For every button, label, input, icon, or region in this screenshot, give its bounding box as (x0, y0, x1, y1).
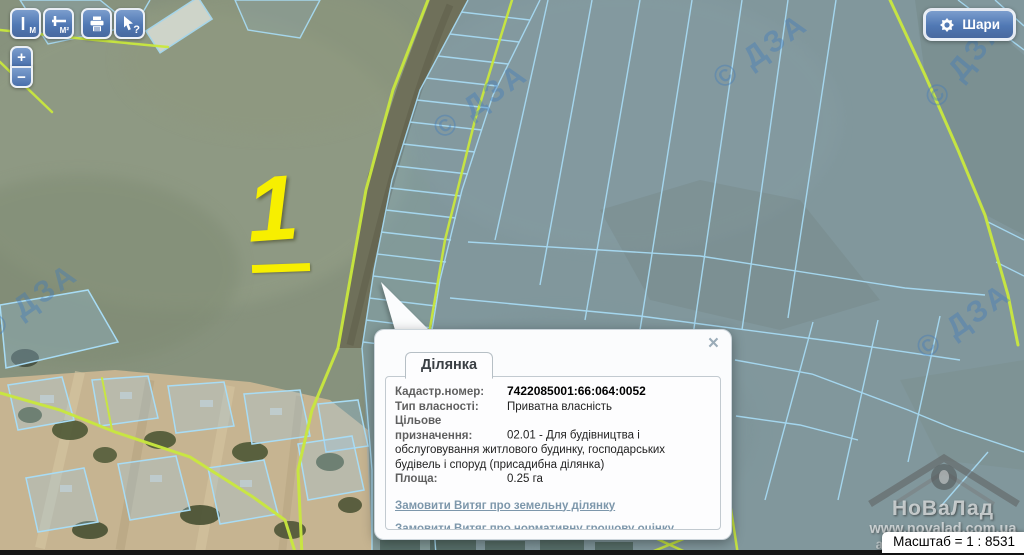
print-button[interactable] (81, 8, 112, 39)
parcel-info-popup: × Ділянка Кадастр.номер:7422085001:66:06… (374, 329, 732, 540)
field-label: Кадастр.номер: (395, 385, 507, 400)
field-cadastral-number: Кадастр.номер:7422085001:66:064:0052 (395, 384, 711, 400)
layers-button-label: Шари (962, 17, 1000, 32)
popup-callout-pointer (368, 272, 438, 334)
cadastral-map-app: © ДЗА © ДЗА © ДЗА © ДЗА © ДЗА 1 М М² (0, 0, 1024, 555)
field-label: Тип власності: (395, 400, 507, 415)
area-value: 0.25 га (507, 473, 543, 485)
order-land-extract-link[interactable]: Замовити Витяг про земельну ділянку (395, 500, 711, 512)
measure-area-button[interactable]: М² (43, 8, 74, 39)
popup-links: Замовити Витяг про земельну ділянку Замо… (395, 500, 711, 531)
measure-area-label: М² (60, 26, 69, 35)
field-label: Площа: (395, 472, 507, 487)
close-icon[interactable]: × (708, 334, 719, 353)
search-result-marker: 1 (244, 164, 301, 255)
order-monetary-valuation-link[interactable]: Замовити Витяг про нормативну грошову оц… (395, 523, 711, 531)
layers-button[interactable]: Шари (923, 8, 1016, 41)
scale-indicator: Масштаб = 1 : 8531 (882, 532, 1024, 553)
parcel-info-content: Кадастр.номер:7422085001:66:064:0052 Тип… (385, 376, 721, 530)
zoom-out-button[interactable]: − (10, 66, 33, 88)
print-icon (88, 15, 106, 33)
measure-length-button[interactable]: М (10, 8, 41, 39)
field-ownership-type: Тип власності:Приватна власність (395, 400, 711, 415)
identify-question-label: ? (133, 24, 140, 36)
gear-icon (939, 17, 955, 33)
field-area: Площа:0.25 га (395, 472, 711, 487)
ownership-type-value: Приватна власність (507, 401, 612, 413)
bottom-edge-bar (0, 550, 1024, 555)
identify-button[interactable]: ? (114, 8, 145, 39)
field-designated-purpose: Цільове призначення:02.01 - Для будівниц… (395, 414, 711, 472)
zoom-controls: + − (10, 46, 33, 88)
zoom-in-button[interactable]: + (10, 46, 33, 68)
tab-parcel[interactable]: Ділянка (405, 352, 493, 379)
measure-length-label: М (29, 26, 36, 35)
cadastral-number-value: 7422085001:66:064:0052 (507, 384, 646, 398)
map-toolbar: М М² ? (10, 8, 145, 39)
field-label: Цільове призначення: (395, 414, 507, 443)
